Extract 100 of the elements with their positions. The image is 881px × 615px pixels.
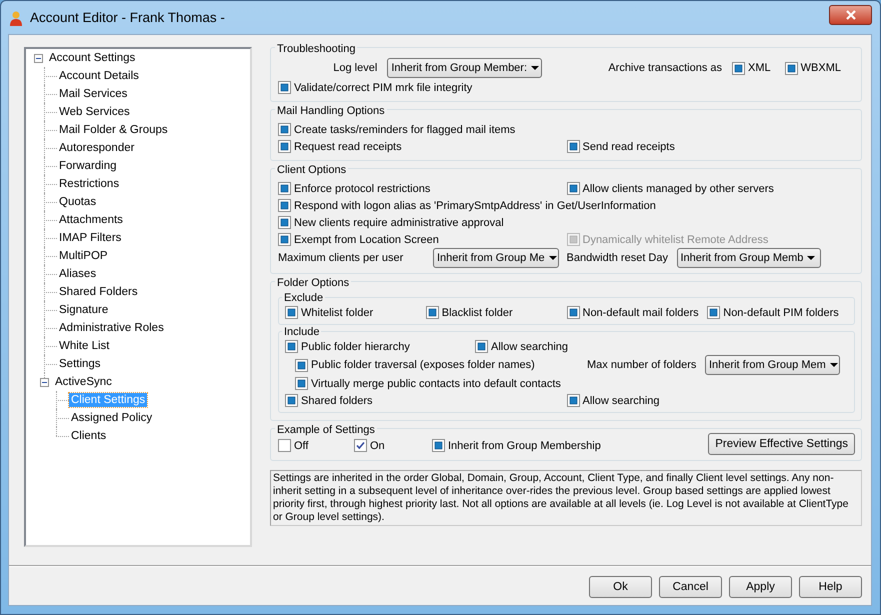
tree-item[interactable]: Quotas <box>57 195 98 209</box>
checkbox[interactable] <box>426 306 439 319</box>
dialog-button[interactable]: Apply <box>729 576 792 598</box>
checkbox[interactable] <box>278 140 291 153</box>
tree-item[interactable]: Account Settings <box>47 51 138 65</box>
preview-button[interactable]: Preview Effective Settings <box>708 433 855 455</box>
checkbox-label: Allow searching <box>582 394 660 406</box>
checkbox[interactable] <box>278 199 291 212</box>
checkbox[interactable] <box>285 340 298 353</box>
checkbox[interactable] <box>566 140 580 153</box>
checkbox-label: Exempt from Location Screen <box>294 234 439 246</box>
tree-item[interactable]: Signature <box>57 303 110 317</box>
tree-item[interactable]: IMAP Filters <box>57 231 124 245</box>
checkbox-label: Enforce protocol restrictions <box>294 182 430 194</box>
description-text: Settings are inherited in the order Global, Domain, Group, Account, Client Type, and finally Client level settings. Any non-inherit setting in a subsequent level of inheritance over-rides the previous level. Group based settings are applied lowest priority first, through highest priority last. Not all options are available at all levels (ie. Log Level is not available at ClientType or Group level settings). <box>270 470 862 526</box>
dialog-button[interactable]: Help <box>799 576 862 598</box>
dropdown[interactable]: Inherit from Group Mem <box>705 355 840 375</box>
checkbox[interactable] <box>432 439 445 452</box>
dropdown[interactable]: Inherit from Group Me <box>433 248 559 268</box>
checkbox-label: Virtually merge public contacts into default contacts <box>311 378 561 390</box>
checkbox-label: Blacklist folder <box>442 306 513 318</box>
tree-item[interactable]: Mail Folder & Groups <box>57 123 170 137</box>
tree-item[interactable]: White List <box>57 339 112 353</box>
caret-icon <box>807 256 816 260</box>
tree-item[interactable]: Restrictions <box>57 177 122 191</box>
checkbox[interactable] <box>278 216 291 229</box>
checkbox-label: Dynamically whitelist Remote Address <box>582 234 768 246</box>
checkbox[interactable] <box>475 340 488 353</box>
checkbox-label: Inherit from Group Membership <box>448 440 601 452</box>
checkbox[interactable] <box>784 62 798 74</box>
group-title: Troubleshooting <box>275 43 358 55</box>
checkbox-label: Create tasks/reminders for flagged mail items <box>294 124 516 136</box>
checkbox[interactable] <box>278 233 291 246</box>
checkbox-label: Allow searching <box>491 340 568 352</box>
close-icon <box>844 8 856 20</box>
person-icon <box>8 10 24 26</box>
field-label: Bandwidth reset Day <box>566 252 669 264</box>
checkbox-label: WBXML <box>800 62 841 74</box>
checkbox-label: XML <box>748 62 771 74</box>
dropdown[interactable]: Inherit from Group Memb <box>676 248 820 268</box>
caret-icon <box>830 363 838 367</box>
checkbox[interactable] <box>278 439 291 452</box>
group-title: Exclude <box>282 292 326 304</box>
checkbox[interactable] <box>285 394 298 407</box>
tree-item[interactable]: Mail Services <box>57 87 130 101</box>
group-title: Example of Settings <box>275 424 377 436</box>
checkbox-label: Public folder hierarchy <box>301 340 410 352</box>
tree-item[interactable]: Autoresponder <box>57 141 136 155</box>
checkbox[interactable] <box>566 182 580 195</box>
tree-item[interactable]: Administrative Roles <box>57 321 166 335</box>
checkbox-label: Send read receipts <box>582 140 675 152</box>
tree-item[interactable]: Settings <box>57 357 103 371</box>
group-title: Include <box>282 326 322 338</box>
checkbox[interactable] <box>732 62 746 74</box>
checkbox[interactable] <box>285 306 298 319</box>
checkbox-label: On <box>370 440 385 452</box>
field-label: Max number of folders <box>587 359 698 371</box>
checkbox-label: Allow clients managed by other servers <box>582 182 774 194</box>
checkbox-label: Non-default mail folders <box>582 306 699 318</box>
tree-item[interactable]: ActiveSync <box>53 375 114 389</box>
dropdown[interactable]: Inherit from Group Member: <box>387 58 542 78</box>
checkbox-label: Public folder traversal (exposes folder names) <box>311 359 535 371</box>
tree-item[interactable]: Attachments <box>57 213 125 227</box>
checkbox[interactable] <box>566 306 580 319</box>
caret-icon <box>531 66 540 70</box>
checkbox[interactable] <box>295 358 308 372</box>
checkbox[interactable] <box>707 306 720 319</box>
checkbox[interactable] <box>354 439 367 452</box>
dialog-button[interactable]: Ok <box>589 576 652 598</box>
group-title: Folder Options <box>275 277 352 289</box>
tree-item[interactable]: Forwarding <box>57 159 119 173</box>
checkbox-label: Whitelist folder <box>301 306 374 318</box>
checkbox-label: Request read receipts <box>294 140 402 152</box>
checkbox-label: Respond with logon alias as 'PrimarySmtpAddress' in Get/UserInformation <box>294 200 656 212</box>
checkbox-label: Non-default PIM folders <box>723 306 839 318</box>
checkbox[interactable] <box>278 123 291 136</box>
tree-item[interactable]: MultiPOP <box>57 249 110 263</box>
checkbox[interactable] <box>295 377 308 390</box>
checkbox[interactable] <box>278 182 291 195</box>
dialog-button[interactable]: Cancel <box>659 576 722 598</box>
collapse-icon[interactable] <box>40 378 49 386</box>
window-title: Account Editor - Frank Thomas - <box>30 10 226 25</box>
checkbox-label: Shared folders <box>301 394 373 406</box>
label: Archive transactions as <box>608 62 722 74</box>
tree-item[interactable]: Web Services <box>57 105 132 119</box>
tree-item[interactable]: Shared Folders <box>57 285 140 299</box>
checkbox[interactable] <box>566 394 580 407</box>
tree-item[interactable]: Aliases <box>57 267 98 281</box>
checkbox-label: New clients require administrative approval <box>294 216 504 228</box>
tree-item[interactable]: Clients <box>69 429 108 443</box>
field-label: Log level <box>333 62 378 74</box>
tree-item[interactable]: Assigned Policy <box>69 411 154 425</box>
tree-item[interactable]: Account Details <box>57 69 141 83</box>
caret-icon <box>548 256 557 260</box>
field-label: Maximum clients per user <box>278 252 404 264</box>
group-title: Client Options <box>275 164 348 176</box>
checkbox[interactable] <box>278 81 291 94</box>
collapse-icon[interactable] <box>34 54 43 62</box>
checkbox-label: Off <box>294 440 308 452</box>
close-button[interactable] <box>829 4 872 24</box>
